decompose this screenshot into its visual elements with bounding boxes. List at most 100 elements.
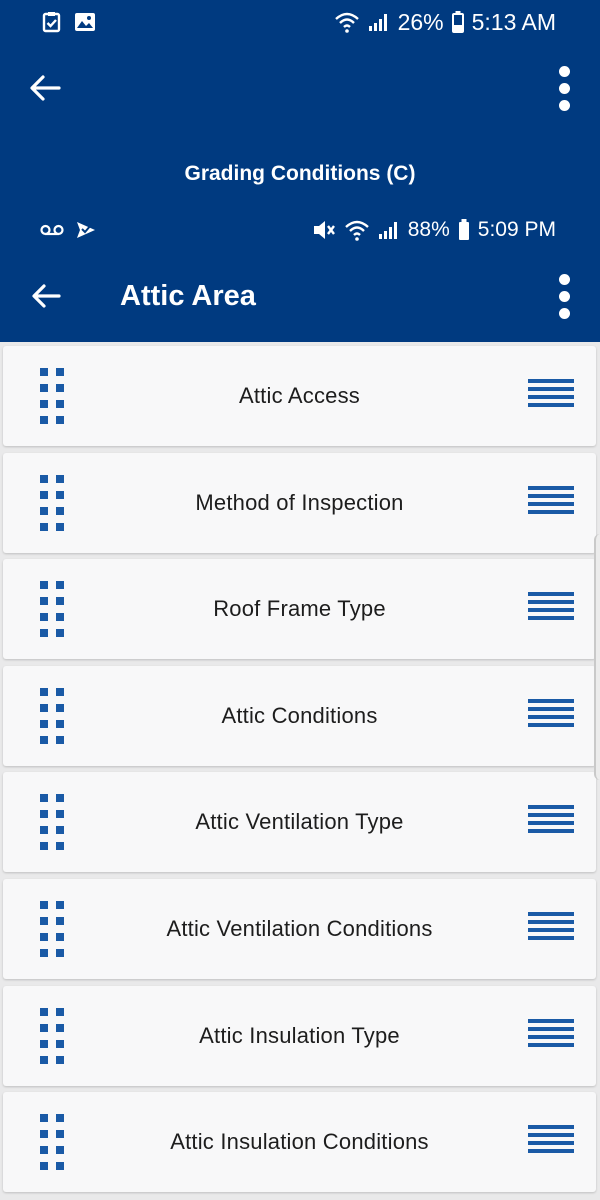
drag-handle-dot <box>56 597 64 605</box>
drag-handle-dot <box>56 629 64 637</box>
drag-handle-dot <box>56 475 64 483</box>
drag-handle-dot <box>56 491 64 499</box>
outer-status-system: 26% 5:13 AM <box>334 9 556 36</box>
list-item[interactable]: Attic Conditions <box>3 666 596 766</box>
drag-handle-dot <box>56 1008 64 1016</box>
outer-back-button[interactable] <box>27 70 63 106</box>
drag-handle-dot <box>56 1162 64 1170</box>
drag-handle-dot <box>40 475 48 483</box>
inner-status-bar: 88% 5:09 PM <box>0 210 600 250</box>
reorder-icon[interactable] <box>528 805 574 841</box>
battery-icon <box>451 11 464 33</box>
drag-handle-dot <box>56 1114 64 1122</box>
drag-handle-dot <box>40 613 48 621</box>
drag-handle-dot <box>56 1024 64 1032</box>
drag-handle-dot <box>56 688 64 696</box>
drag-handle-dot <box>56 1056 64 1064</box>
list-item[interactable]: Attic Insulation Conditions <box>3 1092 596 1192</box>
drag-handle-dot <box>56 794 64 802</box>
outer-app-header: 26% 5:13 AM Grading Conditions (C) 88% 5… <box>0 0 600 342</box>
outer-page-title: Grading Conditions (C) <box>184 162 416 185</box>
more-vert-icon-dot <box>558 99 570 111</box>
wifi-icon <box>344 219 370 241</box>
list-item-label: Attic Insulation Type <box>199 1023 400 1048</box>
drag-handle-dot <box>56 704 64 712</box>
drag-handle-dot <box>56 810 64 818</box>
drag-handle-dot <box>40 933 48 941</box>
drag-handle-icon[interactable] <box>40 581 66 643</box>
outer-top-app-bar <box>0 58 600 118</box>
reorder-icon[interactable] <box>528 699 574 735</box>
reorder-icon[interactable] <box>528 592 574 628</box>
reorder-icon[interactable] <box>528 1019 574 1055</box>
list-item[interactable]: Attic Ventilation Conditions <box>3 879 596 979</box>
list-item[interactable]: Roof Frame Type <box>3 559 596 659</box>
drag-handle-dot <box>40 629 48 637</box>
drag-handle-icon[interactable] <box>40 475 66 537</box>
drag-handle-dot <box>40 597 48 605</box>
drag-handle-dot <box>40 1146 48 1154</box>
reorder-icon[interactable] <box>528 912 574 948</box>
drag-handle-dot <box>40 810 48 818</box>
drag-handle-dot <box>56 917 64 925</box>
drag-handle-dot <box>56 1146 64 1154</box>
list-item-label: Attic Access <box>239 383 360 408</box>
vibrate-mute-icon <box>312 219 336 241</box>
drag-handle-icon[interactable] <box>40 1114 66 1176</box>
inner-status-time: 5:09 PM <box>477 218 556 241</box>
drag-handle-dot <box>56 736 64 744</box>
gallery-image-icon <box>74 12 96 32</box>
drag-handle-dot <box>40 400 48 408</box>
drag-handle-dot <box>56 523 64 531</box>
drag-handle-dot <box>40 581 48 589</box>
drag-handle-icon[interactable] <box>40 1008 66 1070</box>
drag-handle-dot <box>40 842 48 850</box>
drag-handle-icon[interactable] <box>40 368 66 430</box>
battery-icon <box>458 219 470 241</box>
more-vert-icon-dot <box>558 307 570 319</box>
drag-handle-dot <box>40 416 48 424</box>
drag-handle-dot <box>56 1040 64 1048</box>
reorder-icon[interactable] <box>528 486 574 522</box>
scrollbar[interactable] <box>594 534 600 780</box>
outer-battery-percent: 26% <box>397 8 444 35</box>
list-item[interactable]: Method of Inspection <box>3 453 596 553</box>
inner-battery-percent: 88% <box>407 218 450 241</box>
send-check-icon <box>76 220 96 240</box>
wifi-icon <box>334 11 360 33</box>
drag-handle-dot <box>40 1024 48 1032</box>
cell-signal-icon <box>378 220 400 240</box>
drag-handle-icon[interactable] <box>40 794 66 856</box>
drag-handle-dot <box>56 400 64 408</box>
reorder-icon[interactable] <box>528 1125 574 1161</box>
list-item[interactable]: Attic Insulation Type <box>3 986 596 1086</box>
drag-handle-icon[interactable] <box>40 901 66 963</box>
more-vert-icon-dot <box>558 65 570 77</box>
inner-more-options-button[interactable] <box>552 272 576 320</box>
drag-handle-icon[interactable] <box>40 688 66 750</box>
arrow-left-icon <box>30 75 61 101</box>
drag-handle-dot <box>56 933 64 941</box>
arrow-left-icon <box>32 284 61 308</box>
drag-handle-dot <box>40 1040 48 1048</box>
task-check-icon <box>42 11 62 33</box>
inner-top-app-bar <box>0 266 600 326</box>
list-item[interactable]: Attic Access <box>3 346 596 446</box>
drag-handle-dot <box>56 416 64 424</box>
more-vert-icon-dot <box>558 273 570 285</box>
drag-handle-dot <box>56 384 64 392</box>
drag-handle-dot <box>40 1162 48 1170</box>
drag-handle-dot <box>40 826 48 834</box>
list-item[interactable]: Attic Ventilation Type <box>3 772 596 872</box>
outer-status-notifications <box>42 11 96 33</box>
list-item-label: Attic Insulation Conditions <box>170 1129 429 1154</box>
outer-more-options-button[interactable] <box>552 64 576 112</box>
reorder-icon[interactable] <box>528 379 574 415</box>
drag-handle-dot <box>40 1130 48 1138</box>
drag-handle-dot <box>56 1130 64 1138</box>
drag-handle-dot <box>40 720 48 728</box>
drag-handle-dot <box>40 704 48 712</box>
list-item-label: Method of Inspection <box>195 490 404 515</box>
drag-handle-dot <box>40 917 48 925</box>
inner-back-button[interactable] <box>28 278 64 314</box>
